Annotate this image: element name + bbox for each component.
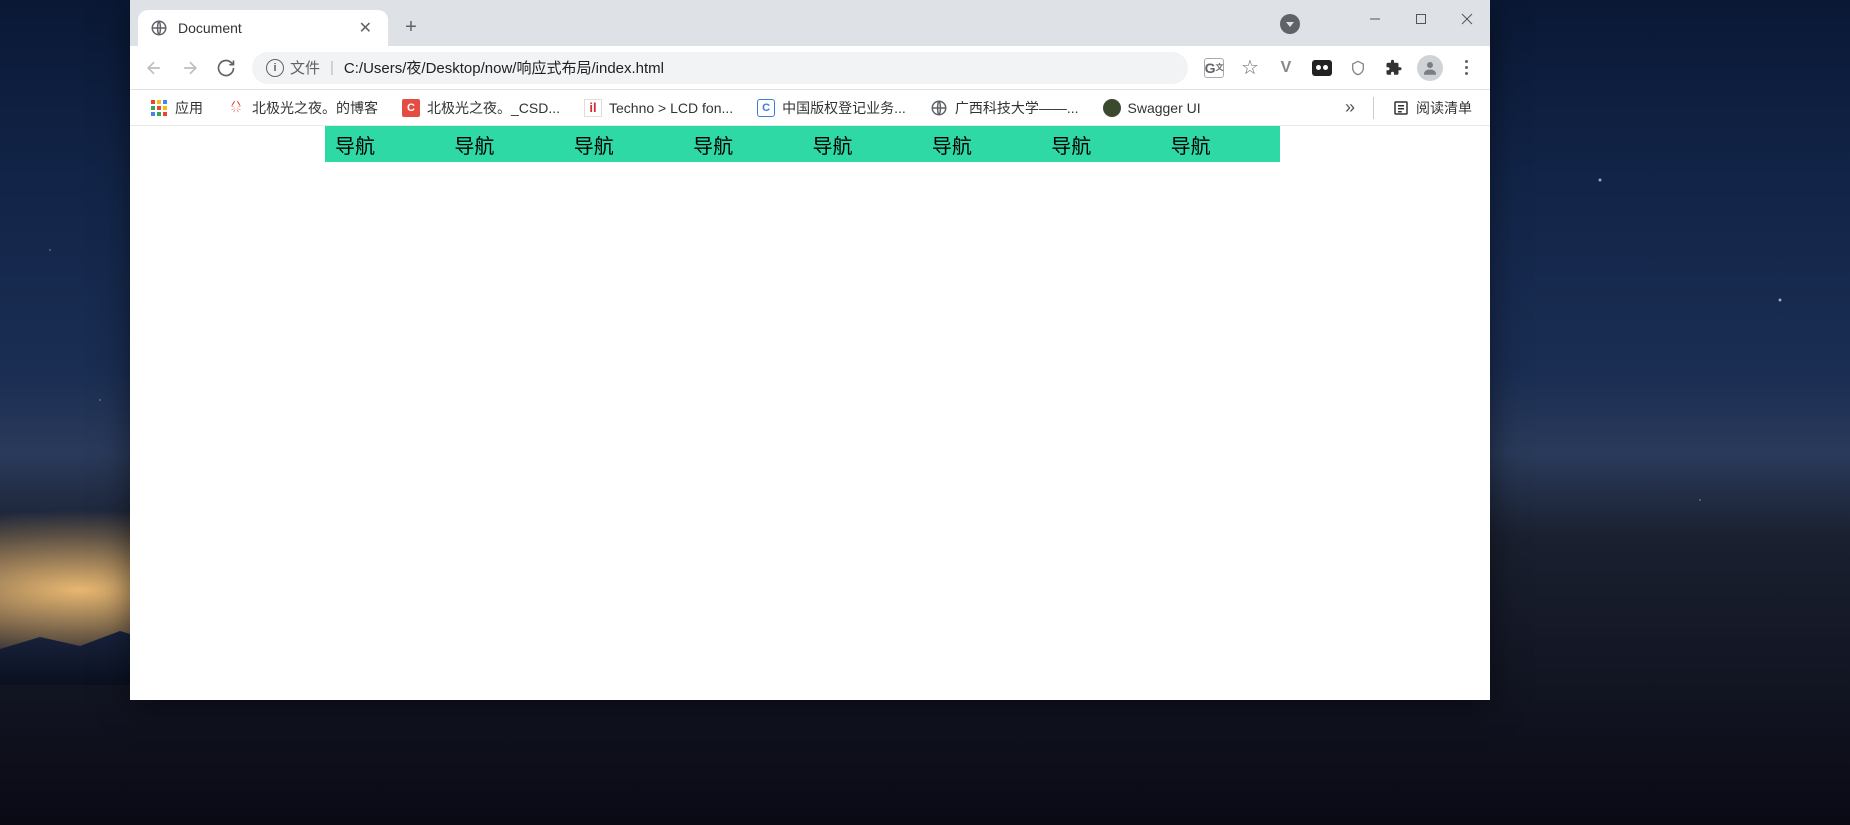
bookmarks-bar: 应用 北极光之夜。的博客 C 北极光之夜。_CSD... il Techno >… — [130, 90, 1490, 126]
bookmark-label: Techno > LCD fon... — [609, 100, 733, 116]
reload-button[interactable] — [210, 52, 242, 84]
shield-button[interactable] — [1342, 52, 1374, 84]
info-icon: i — [266, 59, 284, 77]
bookmarks-divider — [1373, 97, 1374, 119]
tab-title: Document — [178, 20, 242, 36]
translate-button[interactable]: G文 — [1198, 52, 1230, 84]
csdn-icon: C — [402, 99, 420, 117]
bookmark-label: 北极光之夜。的博客 — [252, 98, 378, 118]
bookmark-label: 广西科技大学——... — [955, 98, 1079, 118]
forward-button[interactable] — [174, 52, 206, 84]
bookmark-item[interactable]: 广西科技大学——... — [920, 94, 1089, 122]
nav-item[interactable]: 导航 — [922, 126, 1041, 162]
nav-item[interactable]: 导航 — [564, 126, 683, 162]
globe-icon — [930, 99, 948, 117]
extension-vue-button[interactable]: V — [1270, 52, 1302, 84]
bookmark-star-button[interactable]: ☆ — [1234, 52, 1266, 84]
toolbar: i 文件 | C:/Users/夜/Desktop/now/响应式布局/inde… — [130, 46, 1490, 90]
new-tab-button[interactable]: + — [396, 12, 426, 42]
apps-grid-icon — [150, 99, 168, 117]
nav-item[interactable]: 导航 — [1161, 126, 1280, 162]
update-indicator[interactable] — [1280, 14, 1300, 34]
browser-window: Document ✕ + i 文件 | C:/Users/夜/Desktop/n… — [130, 0, 1490, 700]
shield-icon — [1350, 59, 1366, 77]
nav-item[interactable]: 导航 — [683, 126, 802, 162]
nav-item[interactable]: 导航 — [325, 126, 444, 162]
nav-item[interactable]: 导航 — [444, 126, 563, 162]
bookmark-label: 中国版权登记业务... — [782, 98, 906, 118]
apps-shortcut[interactable]: 应用 — [140, 94, 213, 122]
swagger-icon — [1103, 99, 1121, 117]
profile-button[interactable] — [1414, 52, 1446, 84]
close-window-button[interactable] — [1444, 0, 1490, 38]
browser-tab[interactable]: Document ✕ — [138, 10, 388, 46]
bookmarks-overflow-button[interactable]: » — [1337, 97, 1363, 118]
omnibox-divider: | — [330, 59, 334, 76]
reading-list-icon — [1392, 99, 1410, 117]
window-controls — [1352, 0, 1490, 38]
copyright-icon: C — [757, 99, 775, 117]
page-viewport: 导航 导航 导航 导航 导航 导航 导航 导航 — [130, 126, 1490, 700]
bookmark-item[interactable]: il Techno > LCD fon... — [574, 95, 743, 121]
minimize-button[interactable] — [1352, 0, 1398, 38]
huawei-icon — [227, 99, 245, 117]
maximize-button[interactable] — [1398, 0, 1444, 38]
url-text: C:/Users/夜/Desktop/now/响应式布局/index.html — [344, 57, 664, 78]
bookmark-item[interactable]: C 北极光之夜。_CSD... — [392, 94, 570, 122]
site-icon: il — [584, 99, 602, 117]
site-info-chip[interactable]: i 文件 — [266, 57, 320, 78]
back-button[interactable] — [138, 52, 170, 84]
kebab-icon — [1465, 60, 1468, 75]
reading-list-label: 阅读清单 — [1416, 98, 1472, 118]
bookmark-item[interactable]: 北极光之夜。的博客 — [217, 94, 388, 122]
star-icon: ☆ — [1241, 55, 1259, 80]
chevron-down-circle-icon — [1280, 14, 1300, 34]
bookmark-item[interactable]: Swagger UI — [1093, 95, 1211, 121]
chrome-menu-button[interactable] — [1450, 52, 1482, 84]
globe-icon — [150, 19, 168, 37]
puzzle-icon — [1385, 59, 1403, 77]
extension-button[interactable] — [1306, 52, 1338, 84]
translate-icon: G文 — [1204, 58, 1224, 78]
nav-item[interactable]: 导航 — [803, 126, 922, 162]
bookmark-label: 北极光之夜。_CSD... — [427, 98, 560, 118]
nav-item[interactable]: 导航 — [1041, 126, 1160, 162]
reading-list-button[interactable]: 阅读清单 — [1384, 94, 1480, 122]
extensions-menu-button[interactable] — [1378, 52, 1410, 84]
page-nav-bar: 导航 导航 导航 导航 导航 导航 导航 导航 — [325, 126, 1280, 162]
bookmark-item[interactable]: C 中国版权登记业务... — [747, 94, 916, 122]
vue-icon: V — [1281, 59, 1292, 77]
apps-label: 应用 — [175, 98, 203, 118]
site-chip-label: 文件 — [290, 57, 320, 78]
close-tab-icon[interactable]: ✕ — [355, 16, 376, 40]
bookmark-label: Swagger UI — [1128, 100, 1201, 116]
avatar-icon — [1417, 55, 1443, 81]
address-bar[interactable]: i 文件 | C:/Users/夜/Desktop/now/响应式布局/inde… — [252, 52, 1188, 84]
extension-icon — [1312, 60, 1332, 76]
